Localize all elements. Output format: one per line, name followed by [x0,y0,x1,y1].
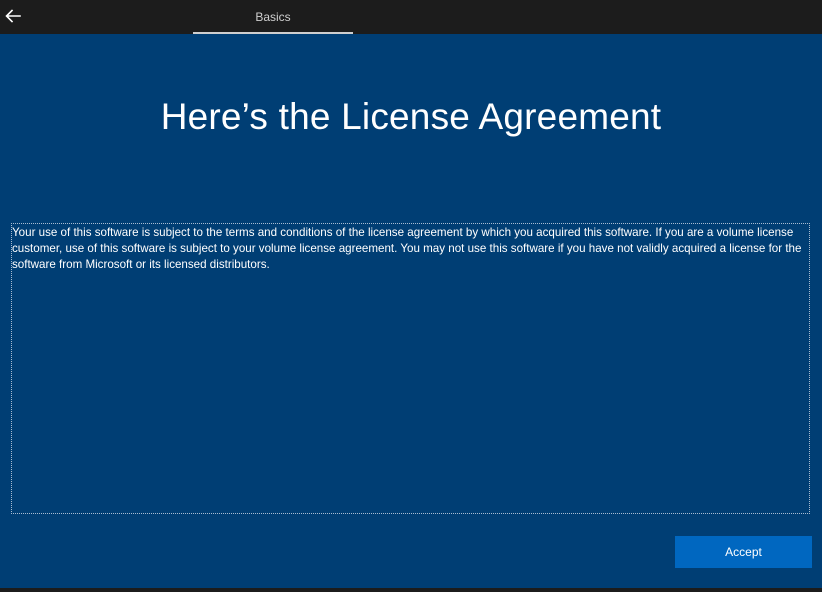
top-navigation-bar: Basics [0,0,822,34]
tab-basics-label: Basics [255,10,291,24]
license-agreement-text: Your use of this software is subject to … [12,226,802,271]
back-button[interactable] [0,0,26,32]
accept-button[interactable]: Accept [675,536,812,568]
back-arrow-icon [5,9,21,23]
bottom-strip [0,588,822,592]
setup-window: Basics Here’s the License Agreement Your… [0,0,822,592]
page-title: Here’s the License Agreement [160,96,662,137]
tab-basics[interactable]: Basics [193,0,353,34]
tab-active-underline [193,32,353,34]
license-text-box[interactable]: Your use of this software is subject to … [11,223,810,514]
